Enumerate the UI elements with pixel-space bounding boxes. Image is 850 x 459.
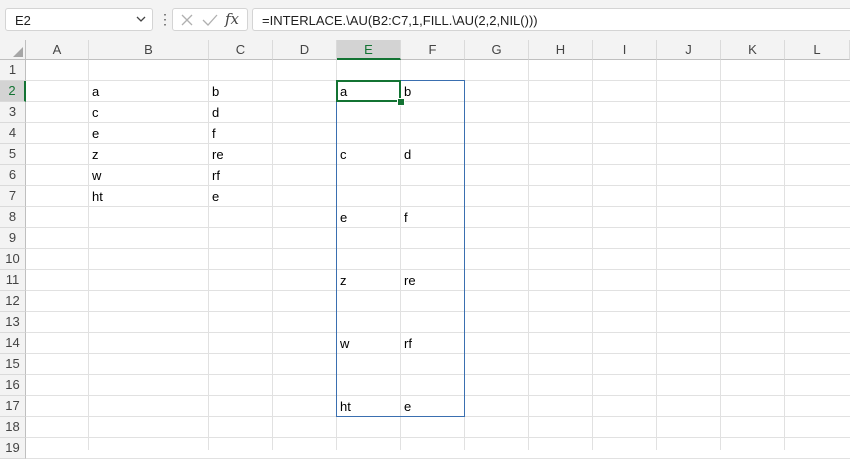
cell-b3[interactable]: c — [89, 102, 209, 123]
worksheet-grid[interactable]: A B C D E F G H I J K L 1 2 3 4 5 6 7 8 9 10 11 12 13 14 15 16 17 18 1… — [0, 0, 850, 459]
column-header-l[interactable]: L — [785, 40, 850, 60]
cell-b4[interactable]: e — [89, 123, 209, 144]
cell-c5[interactable]: re — [209, 144, 273, 165]
column-gridline — [656, 60, 657, 450]
column-gridline — [528, 60, 529, 450]
column-header-f[interactable]: F — [401, 40, 465, 60]
column-header-e[interactable]: E — [337, 40, 401, 60]
column-gridline — [720, 60, 721, 450]
active-cell-border[interactable] — [336, 80, 401, 102]
row-header-18[interactable]: 18 — [0, 417, 26, 438]
cell-e11[interactable]: z — [337, 270, 401, 291]
row-header-5[interactable]: 5 — [0, 144, 26, 165]
row-header-11[interactable]: 11 — [0, 270, 26, 291]
column-header-g[interactable]: G — [465, 40, 529, 60]
column-gridline — [464, 60, 465, 450]
row-header-1[interactable]: 1 — [0, 60, 26, 81]
column-header-c[interactable]: C — [209, 40, 273, 60]
row-header-4[interactable]: 4 — [0, 123, 26, 144]
column-gridline — [400, 60, 401, 450]
column-header-j[interactable]: J — [657, 40, 721, 60]
cell-f14[interactable]: rf — [401, 333, 465, 354]
cell-f5[interactable]: d — [401, 144, 465, 165]
cell-b7[interactable]: ht — [89, 186, 209, 207]
row-header-8[interactable]: 8 — [0, 207, 26, 228]
row-header-13[interactable]: 13 — [0, 312, 26, 333]
cell-e14[interactable]: w — [337, 333, 401, 354]
row-header-15[interactable]: 15 — [0, 354, 26, 375]
cell-c3[interactable]: d — [209, 102, 273, 123]
select-all-icon[interactable] — [13, 47, 23, 57]
row-header-16[interactable]: 16 — [0, 375, 26, 396]
row-header-7[interactable]: 7 — [0, 186, 26, 207]
cell-f8[interactable]: f — [401, 207, 465, 228]
row-header-19[interactable]: 19 — [0, 438, 26, 459]
column-header-b[interactable]: B — [89, 40, 209, 60]
row-header-6[interactable]: 6 — [0, 165, 26, 186]
row-header-10[interactable]: 10 — [0, 249, 26, 270]
row-header-3[interactable]: 3 — [0, 102, 26, 123]
column-gridline — [784, 60, 785, 450]
cell-f17[interactable]: e — [401, 396, 465, 417]
cell-c6[interactable]: rf — [209, 165, 273, 186]
cell-f11[interactable]: re — [401, 270, 465, 291]
cell-c4[interactable]: f — [209, 123, 273, 144]
cell-b2[interactable]: a — [89, 81, 209, 102]
row-header-17[interactable]: 17 — [0, 396, 26, 417]
cell-e8[interactable]: e — [337, 207, 401, 228]
cell-c7[interactable]: e — [209, 186, 273, 207]
row-gridline — [26, 311, 850, 312]
column-header-h[interactable]: H — [529, 40, 593, 60]
row-gridline — [26, 437, 850, 438]
column-gridline — [336, 60, 337, 450]
column-header-a[interactable]: A — [26, 40, 89, 60]
column-header-k[interactable]: K — [721, 40, 785, 60]
cell-c2[interactable]: b — [209, 81, 273, 102]
select-all-corner[interactable] — [0, 40, 26, 60]
row-header-2[interactable]: 2 — [0, 81, 26, 102]
row-gridline — [26, 248, 850, 249]
cell-b6[interactable]: w — [89, 165, 209, 186]
column-header-d[interactable]: D — [273, 40, 337, 60]
column-gridline — [592, 60, 593, 450]
row-header-12[interactable]: 12 — [0, 291, 26, 312]
row-header-14[interactable]: 14 — [0, 333, 26, 354]
fill-handle[interactable] — [397, 98, 405, 106]
cell-e17[interactable]: ht — [337, 396, 401, 417]
row-gridline — [26, 374, 850, 375]
cell-b5[interactable]: z — [89, 144, 209, 165]
row-header-9[interactable]: 9 — [0, 228, 26, 249]
cell-e5[interactable]: c — [337, 144, 401, 165]
column-header-i[interactable]: I — [593, 40, 657, 60]
cell-f2[interactable]: b — [401, 81, 465, 102]
